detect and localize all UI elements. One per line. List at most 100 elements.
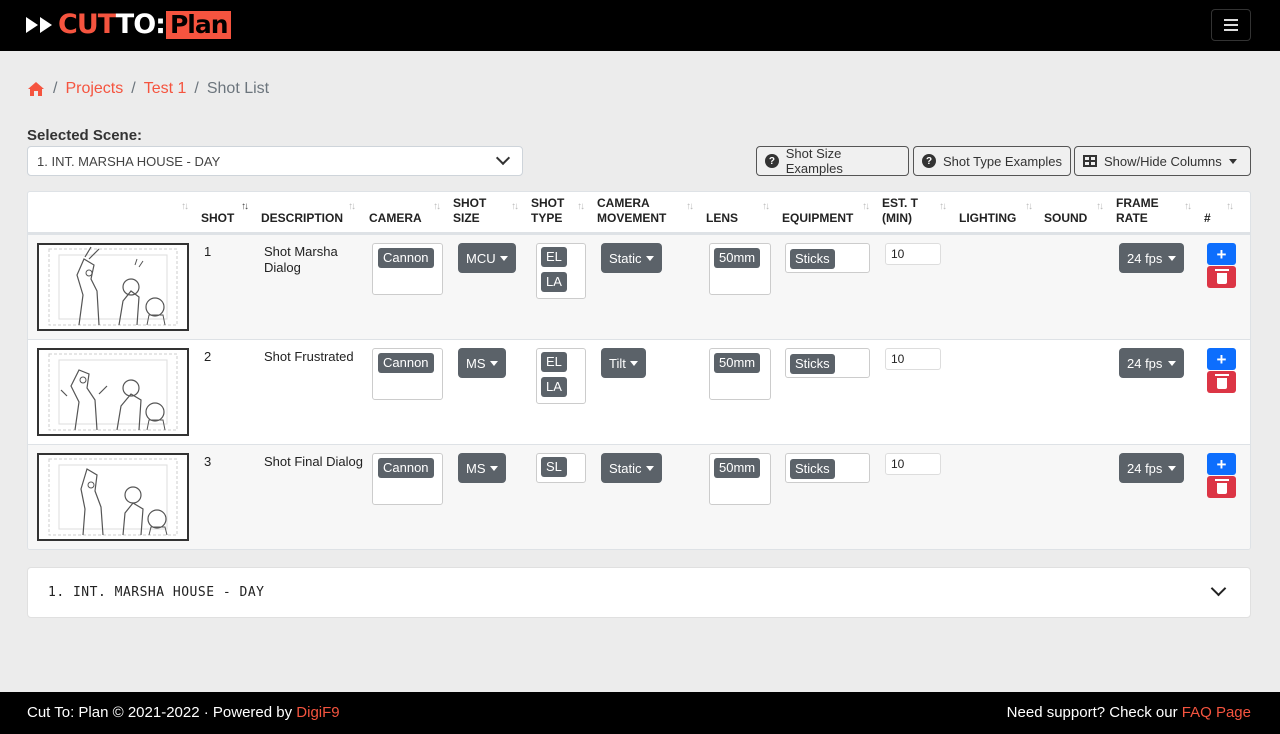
sort-icon[interactable]: ↑↓ (511, 201, 519, 212)
footer-support-text: Need support? Check our (1006, 704, 1182, 721)
camera-tag[interactable]: Cannon (378, 458, 434, 478)
camera-field[interactable]: Cannon (372, 243, 443, 295)
camera-field[interactable]: Cannon (372, 348, 443, 400)
show-hide-columns-button[interactable]: Show/Hide Columns (1074, 146, 1251, 176)
header-est-time[interactable]: EST. T (MIN) (882, 196, 918, 226)
plus-icon: + (1216, 454, 1227, 474)
shot-size-dropdown[interactable]: MCU (458, 243, 516, 273)
equipment-field[interactable]: Sticks (785, 243, 870, 273)
add-shot-button[interactable]: + (1207, 243, 1236, 265)
frame-rate-dropdown[interactable]: 24 fps (1119, 453, 1185, 483)
camera-tag[interactable]: Cannon (378, 248, 434, 268)
lens-field[interactable]: 50mm (709, 348, 771, 400)
hamburger-icon-bar (1224, 24, 1238, 26)
equipment-field[interactable]: Sticks (785, 453, 870, 483)
header-shot[interactable]: SHOT (201, 211, 234, 226)
frame-rate-dropdown[interactable]: 24 fps (1119, 348, 1185, 378)
faq-page-link[interactable]: FAQ Page (1182, 704, 1251, 721)
camera-movement-dropdown[interactable]: Static (601, 243, 662, 273)
storyboard-thumbnail[interactable] (37, 453, 189, 541)
add-shot-button[interactable]: + (1207, 348, 1236, 370)
lens-tag[interactable]: 50mm (714, 353, 761, 373)
shot-size-dropdown[interactable]: MS (458, 453, 506, 483)
camera-movement-dropdown[interactable]: Static (601, 453, 662, 483)
shot-description[interactable]: Shot Marsha Dialog (264, 244, 344, 276)
header-sound[interactable]: SOUND (1044, 211, 1087, 226)
delete-shot-button[interactable] (1207, 266, 1236, 288)
shot-type-field[interactable]: EL LA (536, 243, 586, 299)
frame-rate-value: 24 fps (1127, 250, 1163, 266)
shot-size-examples-button[interactable]: ? Shot Size Examples (756, 146, 909, 176)
home-icon[interactable] (27, 81, 45, 97)
sort-icon[interactable]: ↑↓ (348, 201, 356, 212)
header-equipment[interactable]: EQUIPMENT (782, 211, 853, 226)
caret-down-icon (629, 360, 638, 366)
shot-type-examples-button[interactable]: ? Shot Type Examples (913, 146, 1071, 176)
header-description[interactable]: DESCRIPTION (261, 211, 343, 226)
shot-size-examples-label: Shot Size Examples (785, 146, 843, 176)
header-lens[interactable]: LENS (706, 211, 738, 226)
equipment-tag[interactable]: Sticks (790, 459, 835, 479)
header-camera-movement[interactable]: CAMERA MOVEMENT (597, 196, 666, 226)
shot-type-field[interactable]: SL (536, 453, 586, 483)
header-camera[interactable]: CAMERA (369, 211, 422, 226)
est-time-input[interactable]: 10 (885, 348, 941, 370)
sort-icon[interactable]: ↑↓ (939, 201, 947, 212)
sort-icon[interactable]: ↑↓ (1184, 201, 1192, 212)
est-time-input[interactable]: 10 (885, 243, 941, 265)
delete-shot-button[interactable] (1207, 371, 1236, 393)
frame-rate-dropdown[interactable]: 24 fps (1119, 243, 1185, 273)
lens-tag[interactable]: 50mm (714, 458, 761, 478)
shot-type-tag[interactable]: LA (541, 377, 567, 397)
scene-accordion[interactable]: 1. INT. MARSHA HOUSE - DAY (27, 567, 1251, 618)
shot-number: 2 (204, 349, 212, 364)
delete-shot-button[interactable] (1207, 476, 1236, 498)
sort-icon[interactable]: ↑↓ (433, 201, 441, 212)
sort-icon[interactable]: ↑↓ (1025, 201, 1033, 212)
sort-icon[interactable]: ↑↓ (686, 201, 694, 212)
table-row: 1 Shot Marsha Dialog Cannon MCU EL LA St… (28, 234, 1250, 340)
lens-field[interactable]: 50mm (709, 453, 771, 505)
equipment-tag[interactable]: Sticks (790, 354, 835, 374)
shot-size-value: MS (466, 355, 486, 371)
header-lighting[interactable]: LIGHTING (959, 211, 1016, 226)
add-shot-button[interactable]: + (1207, 453, 1236, 475)
sort-icon[interactable]: ↑↓ (1226, 201, 1234, 212)
equipment-field[interactable]: Sticks (785, 348, 870, 378)
header-shot-type[interactable]: SHOT TYPE (531, 196, 564, 226)
breadcrumb: / Projects / Test 1 / Shot List (27, 78, 269, 100)
lens-tag[interactable]: 50mm (714, 248, 761, 268)
lens-field[interactable]: 50mm (709, 243, 771, 295)
scene-select[interactable]: 1. INT. MARSHA HOUSE - DAY (27, 146, 523, 176)
digif9-link[interactable]: DigiF9 (296, 704, 339, 721)
shot-size-dropdown[interactable]: MS (458, 348, 506, 378)
breadcrumb-projects-link[interactable]: Projects (65, 80, 123, 98)
header-shot-size[interactable]: SHOT SIZE (453, 196, 486, 226)
sort-icon[interactable]: ↑↓ (181, 201, 189, 212)
shot-description[interactable]: Shot Final Dialog (264, 454, 364, 470)
sort-icon[interactable]: ↑↓ (577, 201, 585, 212)
breadcrumb-separator: / (131, 80, 136, 97)
header-frame-rate[interactable]: FRAME RATE (1116, 196, 1159, 226)
storyboard-thumbnail[interactable] (37, 243, 189, 331)
shot-type-tag[interactable]: EL (541, 247, 567, 267)
sort-icon[interactable]: ↑↓ (862, 201, 870, 212)
camera-movement-value: Tilt (609, 355, 626, 371)
shot-description[interactable]: Shot Frustrated (264, 349, 364, 365)
shot-type-field[interactable]: EL LA (536, 348, 586, 404)
est-time-input[interactable]: 10 (885, 453, 941, 475)
equipment-tag[interactable]: Sticks (790, 249, 835, 269)
app-logo[interactable]: CUTTO: Plan (26, 9, 231, 41)
shot-type-tag[interactable]: EL (541, 352, 567, 372)
camera-tag[interactable]: Cannon (378, 353, 434, 373)
sort-icon[interactable]: ↑↓ (1096, 201, 1104, 212)
sort-icon[interactable]: ↑↓ (762, 201, 770, 212)
storyboard-thumbnail[interactable] (37, 348, 189, 436)
camera-field[interactable]: Cannon (372, 453, 443, 505)
shot-type-tag[interactable]: LA (541, 272, 567, 292)
sort-active-icon[interactable]: ↑↓ (241, 201, 249, 212)
breadcrumb-test1-link[interactable]: Test 1 (144, 80, 187, 98)
camera-movement-dropdown[interactable]: Tilt (601, 348, 646, 378)
hamburger-menu-button[interactable] (1211, 9, 1251, 41)
shot-type-tag[interactable]: SL (541, 457, 567, 477)
